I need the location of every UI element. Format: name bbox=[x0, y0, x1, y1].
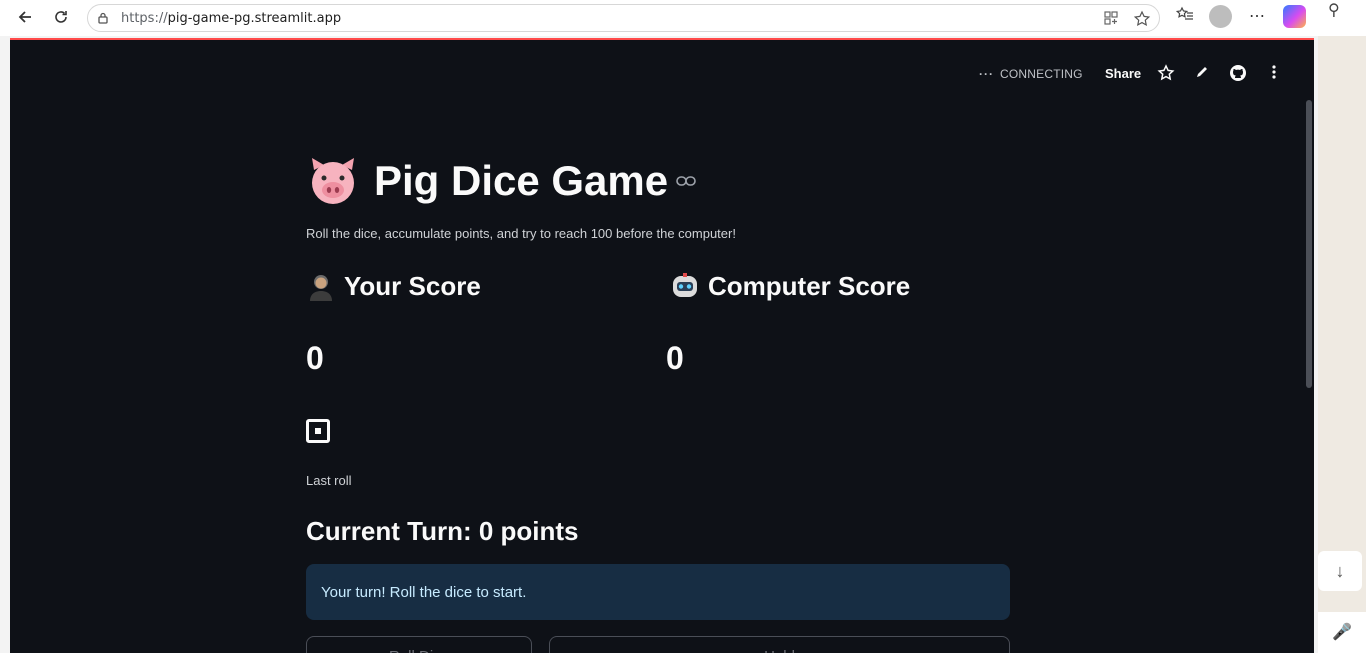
status-text: CONNECTING bbox=[1000, 67, 1083, 81]
current-turn-heading: Current Turn: 0 points bbox=[306, 516, 579, 546]
more-menu-icon[interactable]: ⋯ bbox=[1245, 5, 1269, 29]
favorites-icon[interactable] bbox=[1173, 5, 1197, 29]
profile-avatar-icon[interactable] bbox=[1209, 5, 1232, 28]
info-alert: Your turn! Roll the dice to start. bbox=[306, 564, 1010, 620]
edit-pencil-icon[interactable] bbox=[1192, 64, 1212, 84]
streamlit-app: ··· CONNECTING Share Pig Dice Game Roll t… bbox=[10, 38, 1314, 653]
url-text: https://pig-game-pg.streamlit.app bbox=[121, 11, 341, 26]
star-icon[interactable] bbox=[1156, 64, 1176, 84]
pig-face-icon bbox=[312, 158, 354, 204]
github-icon[interactable] bbox=[1228, 64, 1248, 84]
computer-score-value: 0 bbox=[666, 340, 684, 376]
person-icon bbox=[310, 275, 332, 301]
scrollbar[interactable] bbox=[1306, 100, 1312, 388]
computer-score-heading: Computer Score bbox=[670, 268, 910, 304]
dice-one-icon bbox=[306, 419, 330, 443]
robot-icon bbox=[673, 273, 697, 297]
url-host: pig-game-pg.streamlit.app bbox=[167, 11, 342, 26]
connection-status: ··· CONNECTING bbox=[979, 67, 1083, 81]
address-bar[interactable]: https://pig-game-pg.streamlit.app bbox=[87, 4, 1160, 32]
page-title: Pig Dice Game bbox=[306, 150, 806, 212]
player-score-heading: Your Score bbox=[306, 268, 481, 304]
side-search-icon[interactable]: ⚲ bbox=[1328, 0, 1340, 20]
status-dots-icon: ··· bbox=[979, 67, 994, 81]
url-scheme: https:// bbox=[121, 11, 168, 26]
computer-heading-text: Computer Score bbox=[708, 270, 911, 301]
side-panel-top bbox=[1318, 0, 1366, 36]
info-alert-text: Your turn! Roll the dice to start. bbox=[321, 584, 527, 601]
subtitle: Roll the dice, accumulate points, and tr… bbox=[306, 226, 736, 241]
kebab-menu-icon[interactable] bbox=[1264, 64, 1284, 84]
back-arrow-icon[interactable] bbox=[12, 4, 38, 30]
reload-icon[interactable] bbox=[48, 4, 74, 30]
app-install-icon[interactable] bbox=[1102, 10, 1120, 28]
link-anchor-icon[interactable] bbox=[676, 171, 696, 192]
roll-dice-button[interactable]: Roll Dice bbox=[306, 636, 532, 653]
scroll-down-icon[interactable]: ↓ bbox=[1318, 551, 1362, 591]
microphone-icon[interactable]: 🎤 bbox=[1318, 612, 1366, 653]
title-text: Pig Dice Game bbox=[374, 157, 669, 204]
hold-button[interactable]: Hold bbox=[549, 636, 1010, 653]
lock-icon bbox=[96, 11, 110, 25]
player-score-value: 0 bbox=[306, 340, 324, 376]
favorite-star-icon[interactable] bbox=[1133, 10, 1151, 28]
copilot-icon[interactable] bbox=[1283, 5, 1306, 28]
player-heading-text: Your Score bbox=[344, 270, 481, 301]
share-button[interactable]: Share bbox=[1105, 66, 1141, 81]
last-roll-label: Last roll bbox=[306, 473, 352, 488]
